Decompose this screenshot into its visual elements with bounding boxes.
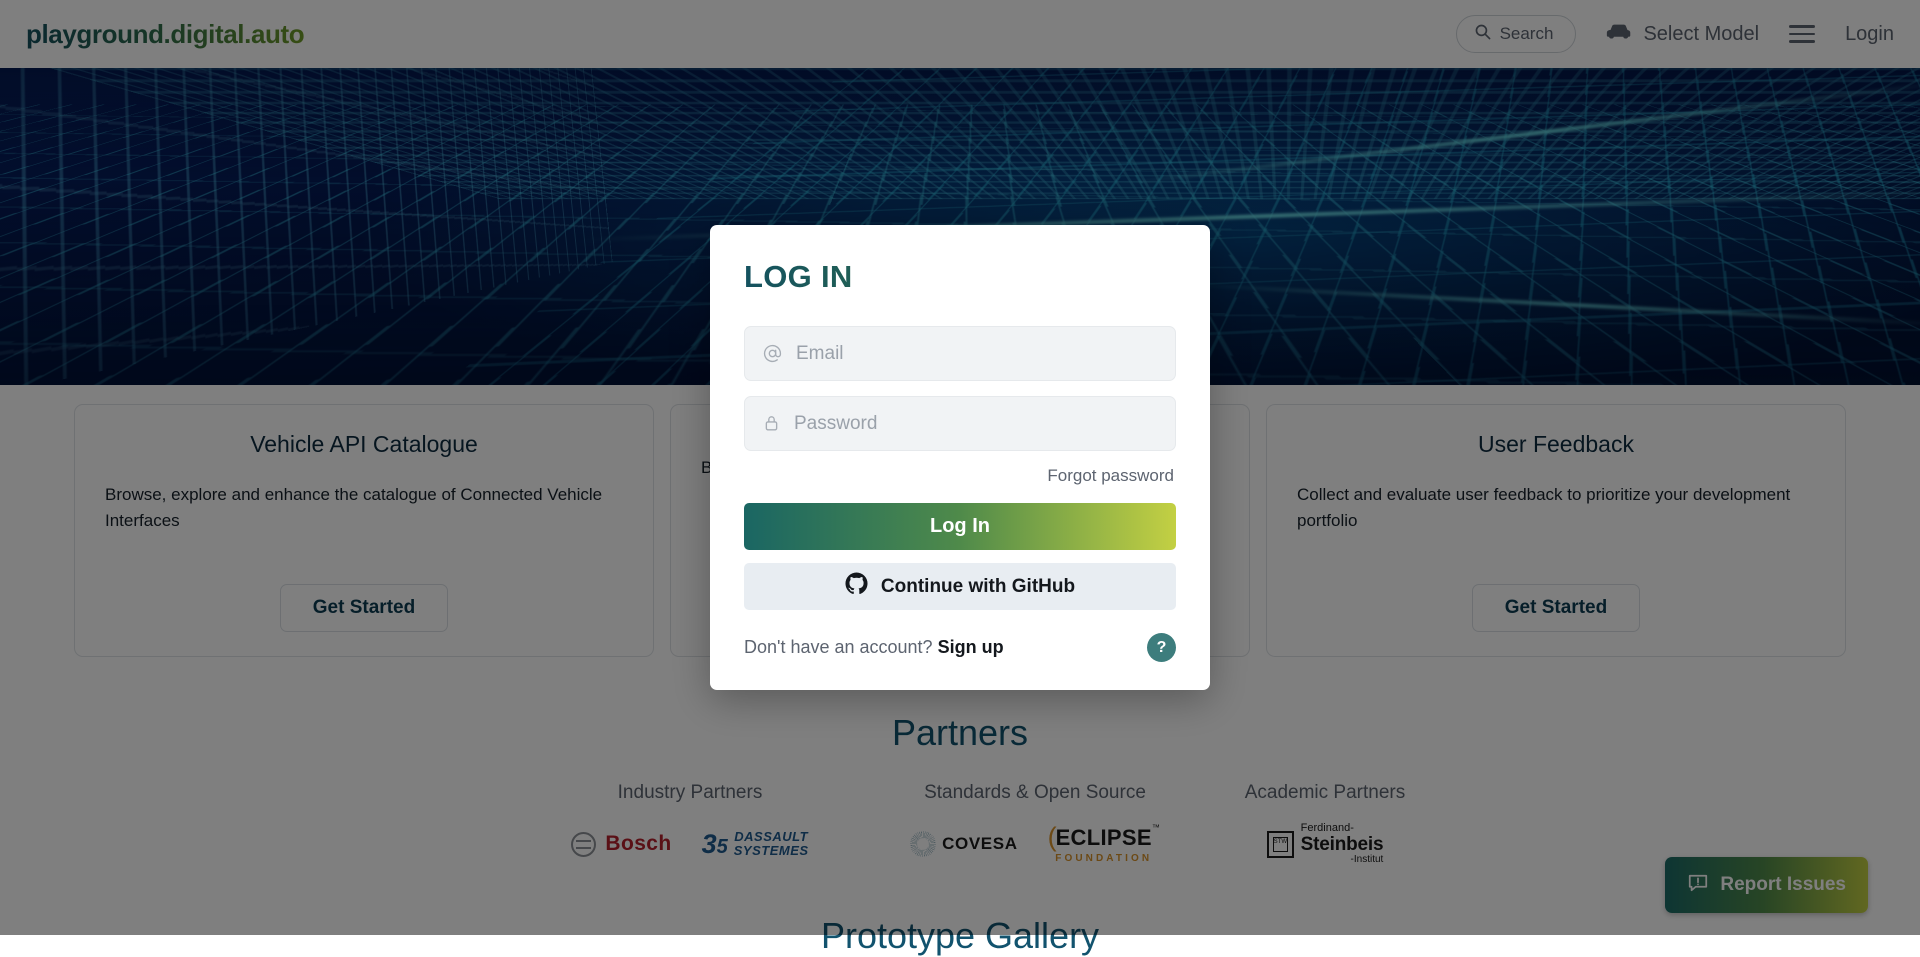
github-icon (845, 572, 868, 601)
email-input[interactable] (796, 343, 1157, 365)
login-modal-title: LOG IN (744, 259, 1176, 295)
help-button[interactable]: ? (1147, 633, 1176, 662)
at-sign-icon (763, 344, 782, 363)
password-input[interactable] (794, 413, 1157, 435)
login-modal-footer: Don't have an account? Sign up ? (744, 633, 1176, 662)
github-button-label: Continue with GitHub (881, 576, 1075, 598)
login-modal: LOG IN Forgot password Log In (710, 225, 1210, 690)
lock-icon (763, 414, 780, 433)
signup-prompt-text: Don't have an account? (744, 637, 933, 657)
page-root: playground.digital.auto Search Select Mo… (0, 0, 1920, 935)
signup-link[interactable]: Sign up (938, 637, 1004, 657)
email-field[interactable] (744, 326, 1176, 381)
continue-with-github-button[interactable]: Continue with GitHub (744, 563, 1176, 610)
forgot-password-link[interactable]: Forgot password (744, 466, 1174, 486)
login-submit-button[interactable]: Log In (744, 503, 1176, 550)
signup-prompt: Don't have an account? Sign up (744, 637, 1004, 658)
password-field[interactable] (744, 396, 1176, 451)
